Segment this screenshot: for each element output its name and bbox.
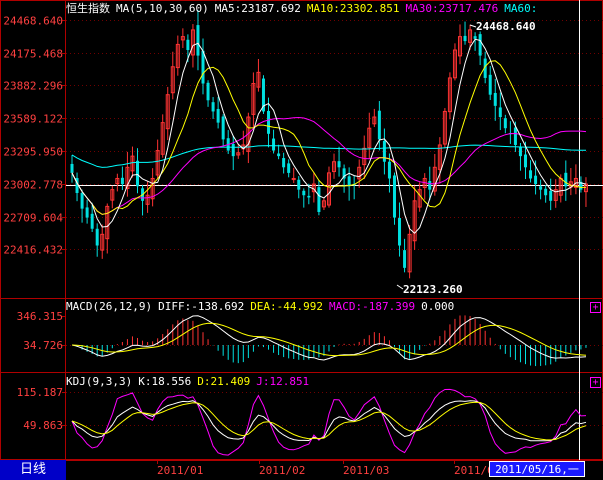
candle-body-down xyxy=(216,108,220,123)
candle-body-down xyxy=(544,188,548,196)
price-tick-label: 24175.468 xyxy=(3,48,63,61)
candle-body-down xyxy=(297,179,301,190)
candle-body-down xyxy=(302,190,306,196)
candle-body-down xyxy=(221,116,225,140)
candle-body-down xyxy=(120,177,124,185)
candle-body-down xyxy=(523,154,527,168)
candle-body-down xyxy=(307,195,311,198)
candle-body-down xyxy=(85,207,89,218)
candle-body-down xyxy=(377,110,381,140)
candle-body-down xyxy=(392,175,396,218)
macd-zero: 0.000 xyxy=(421,300,455,313)
candle-body-down xyxy=(564,172,568,187)
candle-body-down xyxy=(90,213,94,229)
macd-value: MACD:-187.399 xyxy=(329,300,416,313)
kdj-d-line xyxy=(71,401,587,441)
period-tab-daily[interactable]: 日线 xyxy=(0,460,66,480)
index-name: 恒生指数 xyxy=(66,2,110,15)
macd-diff: DIFF:-138.692 xyxy=(158,300,245,313)
high-price-label: 24468.640 xyxy=(476,20,536,33)
candle-body-down xyxy=(403,250,407,268)
macd-expand-icon[interactable]: + xyxy=(590,302,601,313)
candle-body-down xyxy=(387,161,391,179)
kdj-params: KDJ(9,3,3) xyxy=(66,375,133,388)
candle-body-down xyxy=(347,176,351,187)
price-tick-label: 23589.122 xyxy=(3,113,63,126)
candle-body-down xyxy=(70,163,74,173)
macd-tick-label: 346.315 xyxy=(17,310,63,323)
time-axis-label: 2011/02 xyxy=(259,464,305,477)
kdj-k: K:18.556 xyxy=(138,375,192,388)
outer-frame xyxy=(0,0,603,460)
candle-body-down xyxy=(196,25,200,56)
macd-tick-label: 34.726 xyxy=(23,339,63,352)
price-tick-label: 23002.778 xyxy=(3,179,63,192)
candle-body-down xyxy=(272,138,276,151)
candle-body-down xyxy=(428,181,432,190)
candle-body-down xyxy=(549,190,553,201)
candle-body-down xyxy=(267,110,271,134)
ma-params: MA(5,10,30,60) xyxy=(116,2,209,15)
candle-body-down xyxy=(518,147,522,157)
ma60-line xyxy=(71,144,586,168)
time-axis-label: 2011/01 xyxy=(157,464,203,477)
ma30-value: MA30:23717.476 xyxy=(405,2,499,15)
candle-body-down xyxy=(463,35,467,42)
kdj-tick-label: 49.863 xyxy=(23,419,63,432)
kdj-expand-icon[interactable]: + xyxy=(590,377,601,388)
cursor-date-badge: 2011/05/16,一 xyxy=(489,461,585,477)
candle-body-down xyxy=(277,153,281,157)
candle-body-down xyxy=(534,175,538,185)
kdj-j: J:12.851 xyxy=(256,375,310,388)
macd-dea: DEA:-44.992 xyxy=(250,300,324,313)
candle-body-down xyxy=(201,50,205,84)
ma10-value: MA10:23302.851 xyxy=(306,2,400,15)
candle-body-down xyxy=(211,102,215,112)
candle-body-down xyxy=(488,74,492,95)
candle-body-down xyxy=(337,161,341,168)
price-tick-label: 22416.432 xyxy=(3,244,63,257)
ma60-value: MA60: xyxy=(504,2,538,15)
candle-body-down xyxy=(95,228,99,246)
main-indicator-header: 恒生指数 MA(5,10,30,60) MA5:23187.692 MA10:2330… xyxy=(66,2,543,15)
candle-body-down xyxy=(473,36,477,39)
candle-body-down xyxy=(186,39,190,51)
candle-body-down xyxy=(231,143,235,157)
candle-body-down xyxy=(317,187,321,212)
candle-body-down xyxy=(539,186,543,190)
candle-body-down xyxy=(529,170,533,179)
chart-canvas[interactable]: 24468.640 24175.468 23882.296 23589.122 2329… xyxy=(0,0,603,480)
candle-body-down xyxy=(136,160,140,187)
candle-body-down xyxy=(398,218,402,246)
kdj-j-line xyxy=(71,388,587,456)
macd-header: MACD(26,12,9) DIFF:-138.692 DEA:-44.992 MAC… xyxy=(66,300,460,313)
kdj-d: D:21.409 xyxy=(197,375,251,388)
candle-body-down xyxy=(282,158,286,168)
candle-body-down xyxy=(478,34,482,56)
low-price-label: 22123.260 xyxy=(403,283,463,296)
stock-chart-window: 24468.640 24175.468 23882.296 23589.122 2329… xyxy=(0,0,603,480)
kdj-tick-label: 115.187 xyxy=(17,386,63,399)
price-tick-label: 24468.640 xyxy=(3,15,63,28)
macd-diff-line xyxy=(71,315,587,361)
candle-body-down xyxy=(498,107,502,118)
time-axis-label: 2011/03 xyxy=(343,464,389,477)
ma5-value: MA5:23187.692 xyxy=(214,2,301,15)
candle-body-down xyxy=(503,118,507,129)
candle-body-down xyxy=(287,163,291,173)
macd-params: MACD(26,12,9) xyxy=(66,300,153,313)
candle-body-down xyxy=(80,192,84,209)
kdj-header: KDJ(9,3,3) K:18.556 D:21.409 J:12.851 xyxy=(66,375,315,388)
candle-body-down xyxy=(206,82,210,101)
candle-body-down xyxy=(513,127,517,145)
price-tick-label: 23295.950 xyxy=(3,146,63,159)
price-tick-label: 23882.296 xyxy=(3,80,63,93)
candle-body-down xyxy=(493,92,497,106)
candle-body-down xyxy=(382,140,386,162)
price-tick-label: 22709.604 xyxy=(3,212,63,225)
